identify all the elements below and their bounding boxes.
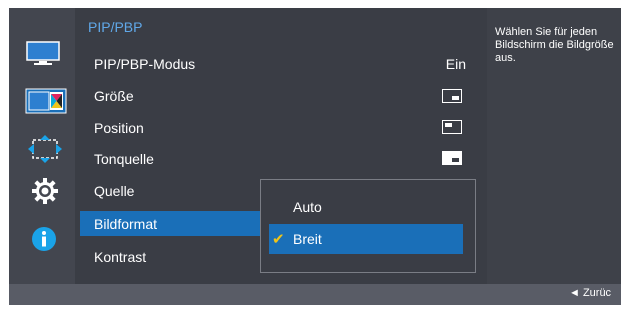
position-preview-icon [442,120,462,134]
menu-item-label: Position [94,120,144,136]
settings-gear-icon[interactable] [31,177,59,210]
menu-item-size[interactable]: Größe [80,82,476,108]
picture-format-dropdown: Auto ✔ Breit [260,179,476,273]
menu-item-picture-format[interactable]: Bildformat [80,211,262,236]
menu-item-position[interactable]: Position [80,114,476,140]
resize-arrows-icon[interactable] [28,135,62,168]
sound-source-preview-icon [442,151,462,165]
option-label: Auto [293,199,322,215]
menu-item-label: Bildformat [94,216,158,232]
option-label: Breit [293,231,322,247]
size-preview-icon [442,89,462,103]
monitor-icon[interactable] [25,40,61,71]
menu-item-label: PIP/PBP-Modus [94,56,196,72]
dropdown-option-auto[interactable]: Auto [269,192,463,222]
back-hint[interactable]: ◄ Zurüc [569,287,611,299]
menu-item-pip-pbp-mode[interactable]: PIP/PBP-Modus Ein [80,50,476,76]
menu-item-sound-source[interactable]: Tonquelle [80,145,476,171]
menu-item-value: Ein [445,56,466,72]
menu-title: PIP/PBP [88,19,143,35]
dropdown-option-wide[interactable]: ✔ Breit [269,224,463,254]
menu-item-label: Tonquelle [94,151,154,167]
checkmark-icon: ✔ [272,231,285,248]
info-icon[interactable] [31,226,57,257]
bottom-bar [9,284,621,305]
menu-item-label: Größe [94,88,134,104]
menu-item-label: Kontrast [94,249,147,265]
picture-color-icon[interactable] [25,88,67,119]
help-text: Wählen Sie für jeden Bildschirm die Bild… [495,26,614,64]
menu-item-label: Quelle [94,183,135,199]
